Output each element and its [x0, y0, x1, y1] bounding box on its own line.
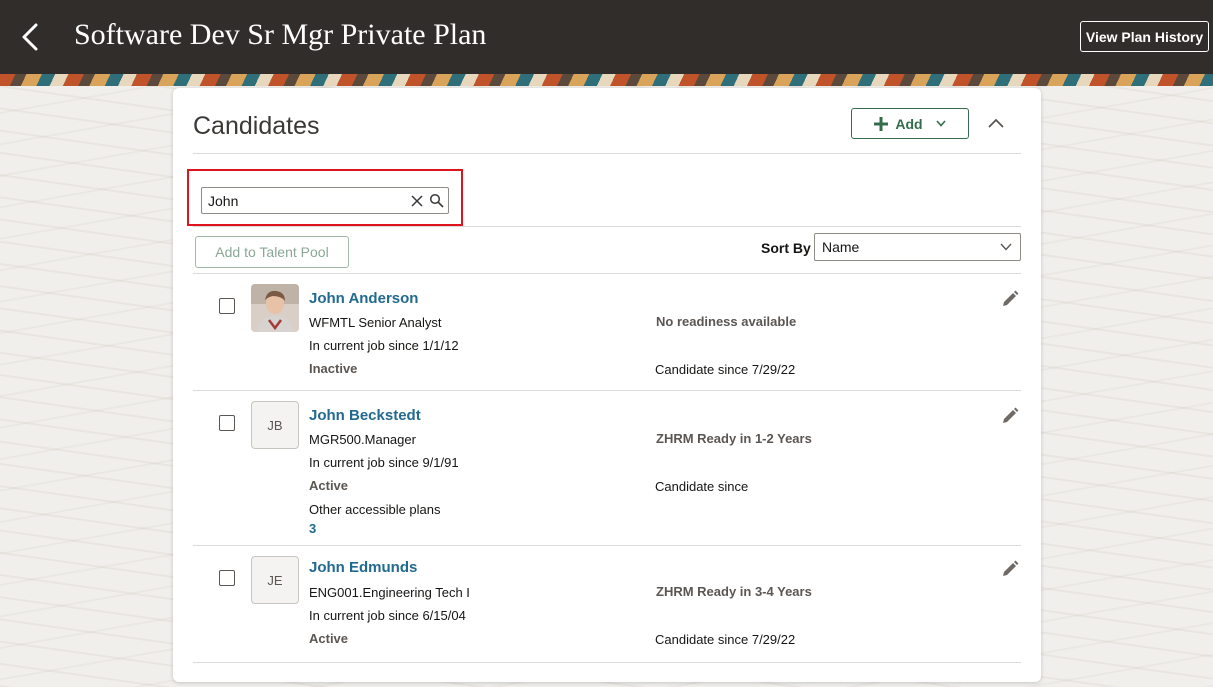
candidate-since: Candidate since 7/29/22: [655, 362, 796, 377]
candidate-readiness: ZHRM Ready in 1-2 Years: [656, 431, 812, 446]
sort-by-select[interactable]: Name: [814, 233, 1021, 261]
plus-icon: [874, 116, 889, 131]
candidate-status: Inactive: [309, 361, 358, 376]
candidate-since: Candidate since 7/29/22: [655, 632, 796, 647]
sort-by-value: Name: [822, 239, 860, 255]
edit-icon[interactable]: [1001, 290, 1019, 308]
list-item: JB John Beckstedt MGR500.Manager In curr…: [193, 391, 1021, 545]
search-box: [201, 187, 449, 214]
chevron-down-icon: [936, 120, 946, 127]
list-item: JE John Edmunds ENG001.Engineering Tech …: [193, 546, 1021, 662]
divider: [193, 662, 1021, 663]
candidates-panel: Candidates Add Add to Talent Pool Sort B…: [173, 88, 1041, 682]
search-input[interactable]: [202, 188, 402, 213]
add-to-talent-pool-button[interactable]: Add to Talent Pool: [195, 236, 349, 268]
candidate-name-link[interactable]: John Anderson: [309, 290, 418, 307]
candidate-job-since: In current job since 6/15/04: [309, 608, 466, 623]
candidate-readiness: ZHRM Ready in 3-4 Years: [656, 584, 812, 599]
avatar[interactable]: [251, 284, 299, 332]
add-button[interactable]: Add: [851, 108, 969, 139]
person-photo-icon: [251, 284, 299, 332]
candidate-readiness: No readiness available: [656, 314, 797, 329]
other-plans-link[interactable]: 3: [309, 521, 316, 536]
clear-icon[interactable]: [410, 194, 424, 208]
select-checkbox[interactable]: [219, 298, 235, 314]
candidate-job-since: In current job since 9/1/91: [309, 455, 459, 470]
edit-icon[interactable]: [1001, 407, 1019, 425]
page-title: Software Dev Sr Mgr Private Plan: [74, 18, 487, 51]
avatar[interactable]: JE: [251, 556, 299, 604]
chevron-down-icon: [1000, 243, 1012, 251]
view-plan-history-button[interactable]: View Plan History: [1080, 21, 1209, 52]
other-plans-label: Other accessible plans: [309, 502, 441, 517]
avatar[interactable]: JB: [251, 401, 299, 449]
app-header: Software Dev Sr Mgr Private Plan View Pl…: [0, 0, 1213, 74]
divider: [193, 226, 1021, 227]
chevron-left-icon: [22, 23, 38, 51]
candidate-job: WFMTL Senior Analyst: [309, 315, 442, 330]
candidate-name-link[interactable]: John Beckstedt: [309, 407, 421, 424]
candidate-since: Candidate since: [655, 479, 749, 494]
chevron-up-icon: [988, 118, 1004, 128]
select-checkbox[interactable]: [219, 570, 235, 586]
divider: [193, 153, 1021, 154]
add-button-label: Add: [895, 115, 923, 132]
header-banner: [0, 74, 1213, 86]
panel-title: Candidates: [193, 112, 320, 140]
candidate-name-link[interactable]: John Edmunds: [309, 559, 417, 576]
edit-icon[interactable]: [1001, 560, 1019, 578]
collapse-panel-button[interactable]: [983, 110, 1009, 136]
back-button[interactable]: [14, 18, 46, 56]
list-item: John Anderson WFMTL Senior Analyst In cu…: [193, 274, 1021, 390]
candidate-job: MGR500.Manager: [309, 432, 416, 447]
candidate-job-since: In current job since 1/1/12: [309, 338, 459, 353]
candidate-status: Active: [309, 478, 349, 493]
select-checkbox[interactable]: [219, 415, 235, 431]
search-icon[interactable]: [429, 193, 444, 208]
candidate-job: ENG001.Engineering Tech I: [309, 585, 470, 600]
sort-by-label: Sort By: [761, 240, 811, 256]
candidate-status: Active: [309, 631, 349, 646]
